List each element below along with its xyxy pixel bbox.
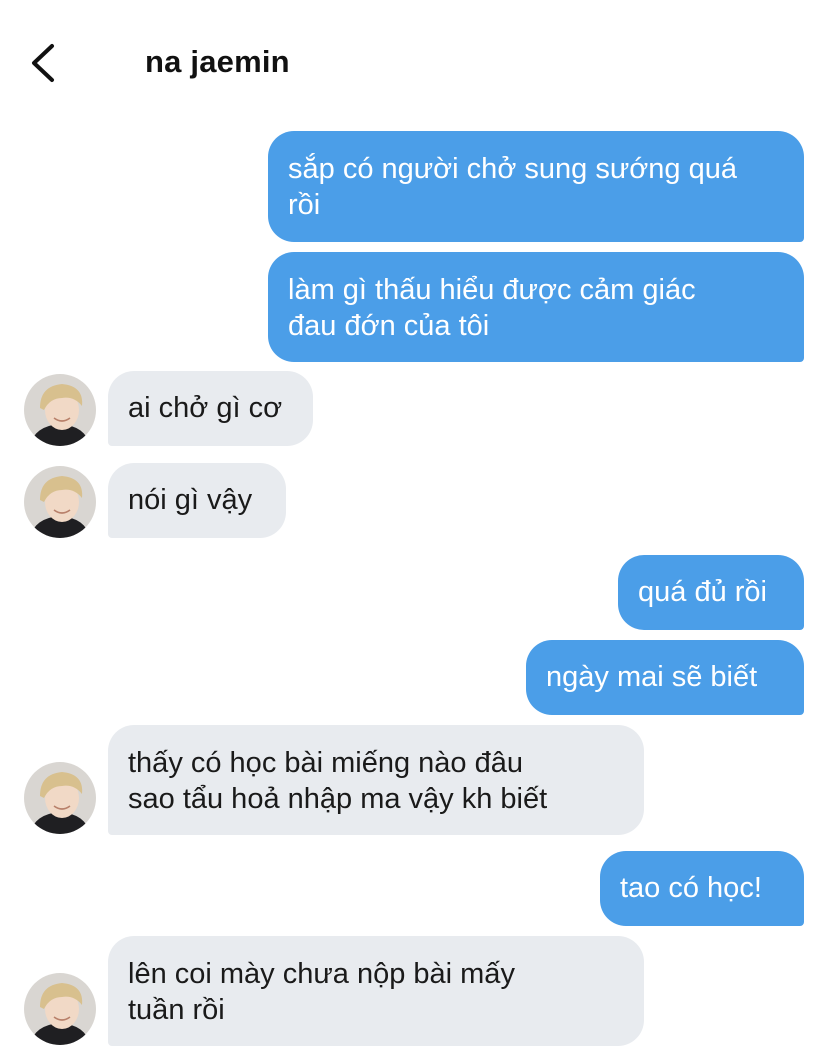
avatar-image [24, 374, 96, 446]
avatar-image [24, 466, 96, 538]
message-text: ai chở gì cơ [128, 392, 283, 424]
message-text: nói gì vậy [128, 484, 253, 516]
message-text: ngày mai sẽ biết [546, 661, 758, 693]
message-bubble-received[interactable]: thấy có học bài miếng nào đâu sao tẩu ho… [108, 725, 644, 835]
chevron-left-icon [32, 44, 54, 82]
message-bubble-sent[interactable]: làm gì thấu hiểu được cảm giác đau đớn c… [268, 252, 804, 362]
message-bubble-sent[interactable]: quá đủ rồi [618, 555, 804, 630]
contact-avatar[interactable] [24, 466, 96, 538]
message-bubble-sent[interactable]: ngày mai sẽ biết [526, 640, 804, 715]
message-text: sắp có người chở sung sướng quá rồi [288, 153, 737, 221]
message-bubble-received[interactable]: lên coi mày chưa nộp bài mấy tuần rồi [108, 936, 644, 1046]
contact-avatar[interactable] [24, 762, 96, 834]
message-bubble-received[interactable]: ai chở gì cơ [108, 371, 313, 446]
contact-avatar[interactable] [24, 973, 96, 1045]
contact-name[interactable]: na jaemin [145, 44, 290, 80]
contact-avatar[interactable] [24, 374, 96, 446]
message-text: lên coi mày chưa nộp bài mấy tuần rồi [128, 958, 515, 1026]
message-text: quá đủ rồi [638, 576, 767, 608]
message-bubble-sent[interactable]: tao có học! [600, 851, 804, 926]
message-text: làm gì thấu hiểu được cảm giác đau đớn c… [288, 274, 696, 342]
chat-header: na jaemin [0, 0, 826, 120]
message-bubble-received[interactable]: nói gì vậy [108, 463, 286, 538]
avatar-image [24, 762, 96, 834]
message-text: thấy có học bài miếng nào đâu sao tẩu ho… [128, 747, 548, 815]
back-button[interactable] [22, 40, 68, 86]
message-text: tao có học! [620, 872, 762, 904]
message-bubble-sent[interactable]: sắp có người chở sung sướng quá rồi [268, 131, 804, 242]
avatar-image [24, 973, 96, 1045]
